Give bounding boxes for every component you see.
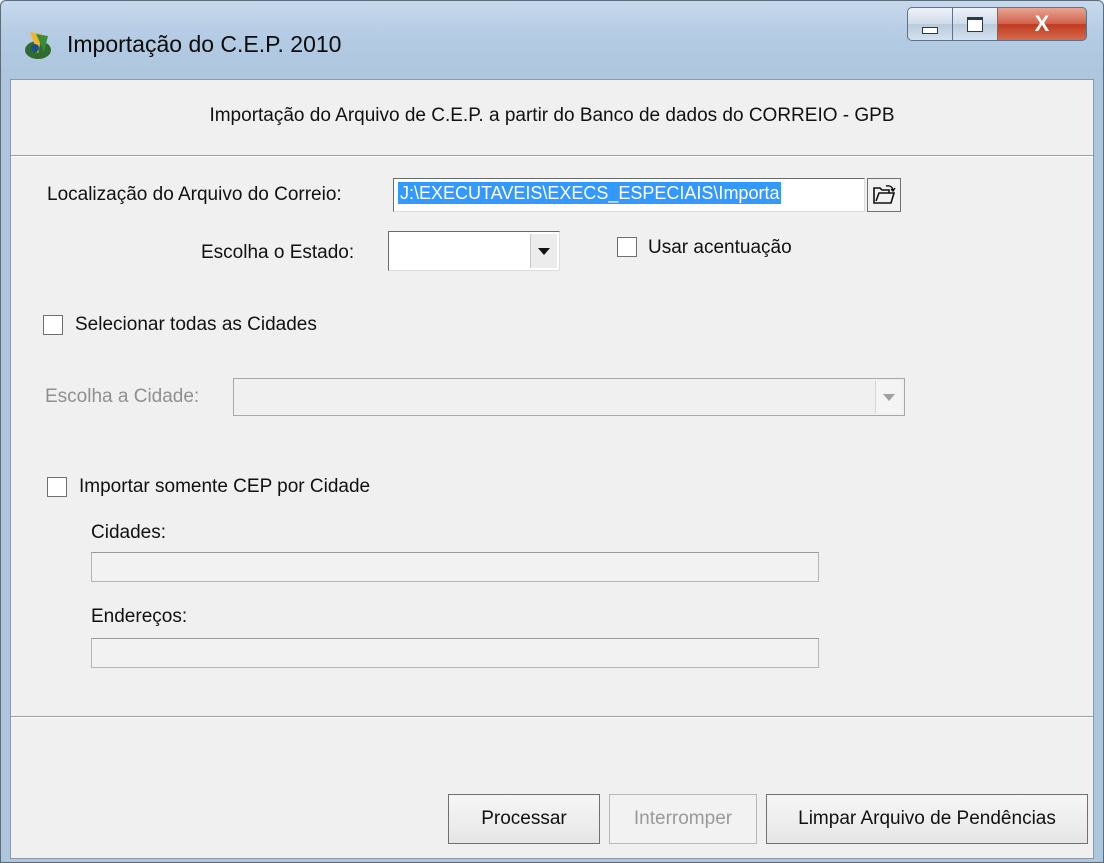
city-select[interactable]: [233, 378, 905, 416]
addresses-progress-field: [91, 638, 819, 668]
city-label: Escolha a Cidade:: [45, 386, 200, 407]
addresses-label: Endereços:: [91, 606, 188, 627]
accent-checkbox[interactable]: [617, 237, 637, 257]
city-dropdown-button[interactable]: [875, 381, 902, 413]
stop-button[interactable]: Interromper: [609, 794, 757, 844]
minimize-icon: [922, 26, 938, 34]
chevron-down-icon: [538, 247, 550, 255]
import-only-city-label: Importar somente CEP por Cidade: [79, 476, 371, 497]
title-bar[interactable]: Importação do C.E.P. 2010 X: [1, 1, 1103, 83]
state-dropdown-button[interactable]: [530, 234, 557, 268]
cities-progress-field: [91, 552, 819, 582]
close-button[interactable]: X: [997, 7, 1087, 41]
top-separator: [11, 155, 1093, 157]
minimize-button[interactable]: [907, 7, 953, 41]
file-location-value: J:\EXECUTAVEIS\EXECS_ESPECIAIS\Importa: [398, 182, 782, 204]
accent-label: Usar acentuação: [648, 237, 792, 258]
close-icon: X: [1034, 11, 1050, 36]
header-description: Importação do Arquivo de C.E.P. a partir…: [209, 105, 895, 126]
dialog-body: Importação do Arquivo de C.E.P. a partir…: [10, 79, 1094, 859]
state-label: Escolha o Estado:: [201, 242, 355, 263]
import-only-city-checkbox[interactable]: [47, 477, 67, 497]
maximize-icon: [967, 16, 983, 32]
file-location-input[interactable]: J:\EXECUTAVEIS\EXECS_ESPECIAIS\Importa: [393, 178, 865, 212]
process-button[interactable]: Processar: [448, 794, 600, 844]
clear-pending-file-button[interactable]: Limpar Arquivo de Pendências: [766, 794, 1088, 844]
file-location-label: Localização do Arquivo do Correio:: [47, 184, 342, 205]
window-title: Importação do C.E.P. 2010: [67, 31, 342, 57]
state-select[interactable]: [388, 231, 560, 271]
select-all-cities-checkbox[interactable]: [43, 315, 63, 335]
cities-label: Cidades:: [91, 522, 166, 543]
app-window: Importação do C.E.P. 2010 X Importação d…: [0, 0, 1104, 863]
open-folder-icon: [873, 185, 896, 204]
bottom-separator: [11, 716, 1093, 718]
maximize-button[interactable]: [952, 7, 998, 41]
app-logo-icon: [25, 32, 51, 59]
chevron-down-icon: [883, 393, 895, 401]
select-all-cities-label: Selecionar todas as Cidades: [75, 314, 317, 335]
browse-button[interactable]: [867, 178, 901, 212]
